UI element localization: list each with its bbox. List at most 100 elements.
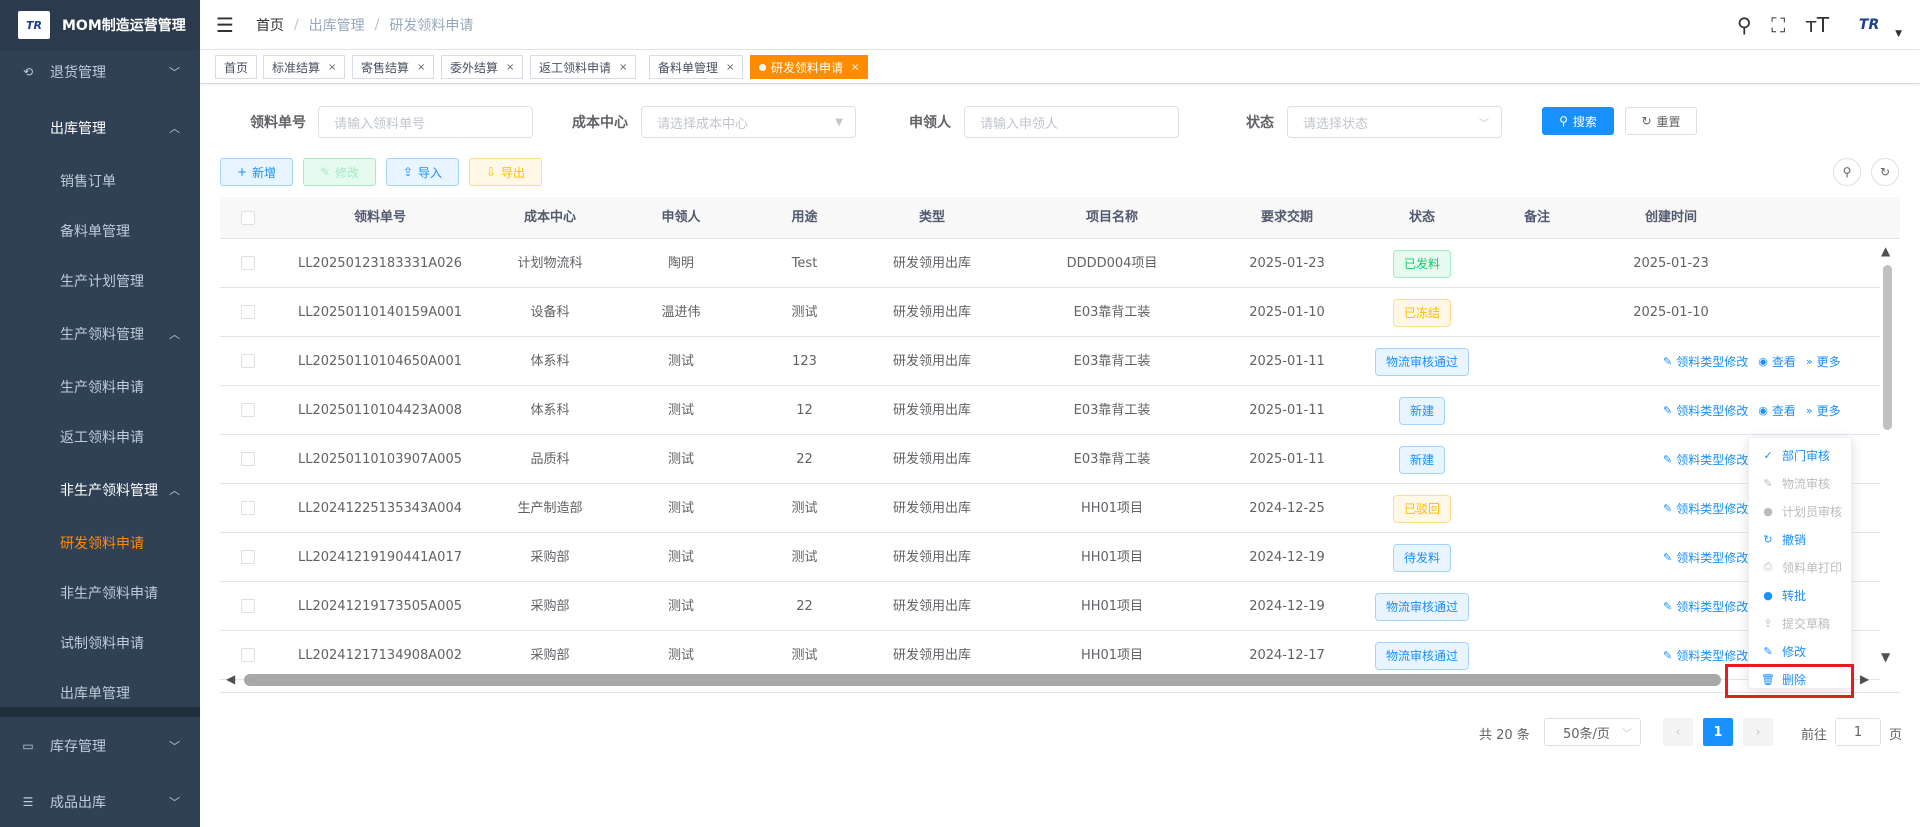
tag-standard-settlement[interactable]: 标准结算 × [263, 55, 346, 79]
row-checkbox[interactable] [241, 550, 255, 564]
add-button[interactable]: + 新增 [220, 158, 293, 186]
printer-icon: ⎙ [1763, 560, 1773, 573]
edit-type-link[interactable]: ✎ 领料类型修改 [1663, 598, 1748, 615]
row-checkbox[interactable] [241, 648, 255, 662]
close-icon[interactable]: × [619, 62, 627, 73]
view-link[interactable]: ◉ 查看 [1758, 402, 1796, 419]
tag-material-prep[interactable]: 备料单管理 × [649, 55, 744, 79]
row-checkbox[interactable] [241, 305, 255, 319]
monitor-icon: ▭ [22, 739, 34, 753]
sidebar-item-nonproduction-picking[interactable]: 非生产领料管理 ︿ [0, 465, 200, 515]
edit-button[interactable]: ✎ 修改 [303, 158, 376, 186]
edit-type-link[interactable]: ✎ 领料类型修改 [1663, 500, 1748, 517]
row-checkbox[interactable] [241, 501, 255, 515]
table-row[interactable]: LL20250110104650A001 体系科 测试 123 研发领用出库 E03靠背工… [220, 337, 1880, 386]
page-size-select[interactable]: 50条/页 ﹀ [1544, 718, 1641, 746]
view-link[interactable]: ◉ 查看 [1758, 353, 1796, 370]
sidebar-item-inventory-management[interactable]: ▭ 库存管理 ﹀ [0, 721, 200, 771]
edit-type-link[interactable]: ✎ 领料类型修改 [1663, 451, 1748, 468]
font-size-icon[interactable]: ᴛT [1805, 13, 1829, 37]
table-row[interactable]: LL20250110103907A005 品质科 测试 22 研发领用出库 E03靠背工装… [220, 435, 1880, 484]
sidebar-item-return-management[interactable]: ⟲ 退货管理 ﹀ [0, 47, 200, 97]
picking-no-input[interactable]: 请输入领料单号 [318, 106, 533, 138]
table-row[interactable]: LL20250123183331A026 计划物流科 陶明 Test 研发领用出库 DDD… [220, 239, 1880, 288]
row-checkbox[interactable] [241, 599, 255, 613]
sidebar-item-trial-picking-request[interactable]: 试制领料申请 [0, 618, 200, 668]
horizontal-scrollbar[interactable] [244, 674, 1721, 686]
tag-rd-picking-request[interactable]: 研发领料申请 × [750, 55, 869, 79]
edit-type-link[interactable]: ✎ 领料类型修改 [1663, 549, 1748, 566]
sidebar-item-outbound-management[interactable]: 出库管理 ︿ [0, 103, 200, 153]
menu-item-print[interactable]: ⎙ 领料单打印 [1749, 553, 1853, 581]
applicant-input[interactable]: 请输入申领人 [964, 106, 1179, 138]
prev-page-button[interactable]: ‹ [1663, 718, 1693, 746]
breadcrumb-item[interactable]: 首页 [256, 15, 284, 35]
sidebar-item-nonproduction-picking-request[interactable]: 非生产领料申请 [0, 568, 200, 618]
import-button[interactable]: ⇪ 导入 [386, 158, 459, 186]
row-actions: ✎ 领料类型修改 ◉ 查看 » 更多 [1663, 386, 1841, 435]
tag-consignment-settlement[interactable]: 寄售结算 × [352, 55, 435, 79]
hamburger-icon[interactable]: ☰ [216, 13, 234, 37]
goto-page-input[interactable]: 1 [1835, 718, 1881, 746]
table-row[interactable]: LL20250110140159A001 设备科 温进伟 测试 研发领用出库 E03靠背工… [220, 288, 1880, 337]
fullscreen-icon[interactable]: ⛶ [1771, 13, 1785, 37]
toggle-search-button[interactable]: ⚲ [1833, 158, 1861, 186]
row-checkbox[interactable] [241, 354, 255, 368]
scroll-left-icon[interactable]: ◀ [226, 672, 235, 686]
tag-outsourcing-settlement[interactable]: 委外结算 × [441, 55, 524, 79]
export-button[interactable]: ⇩ 导出 [469, 158, 542, 186]
menu-item-planner-review[interactable]: ● 计划员审核 [1749, 497, 1853, 525]
caret-down-icon[interactable]: ▼ [1895, 29, 1902, 39]
edit-type-link[interactable]: ✎ 领料类型修改 [1663, 402, 1748, 419]
close-icon[interactable]: × [328, 62, 336, 73]
search-button[interactable]: ⚲ 搜索 [1542, 107, 1614, 135]
edit-type-link[interactable]: ✎ 领料类型修改 [1663, 353, 1748, 370]
table-row[interactable]: LL20241219190441A017 采购部 测试 测试 研发领用出库 HH01项目 2… [220, 533, 1880, 582]
sidebar-item-material-prep[interactable]: 备料单管理 [0, 206, 200, 256]
sidebar-item-sales-order[interactable]: 销售订单 [0, 156, 200, 206]
table-row[interactable]: LL20250110104423A008 体系科 测试 12 研发领用出库 E03靠背工装… [220, 386, 1880, 435]
cell-remark [1502, 337, 1572, 386]
sidebar-item-production-picking[interactable]: 生产领料管理 ︿ [0, 309, 200, 359]
more-link[interactable]: » 更多 [1806, 353, 1841, 370]
scroll-up-icon[interactable]: ▲ [1881, 244, 1890, 258]
select-all-checkbox[interactable] [241, 211, 255, 225]
menu-item-logistics-review[interactable]: ✎ 物流审核 [1749, 469, 1853, 497]
edit-type-link[interactable]: ✎ 领料类型修改 [1663, 647, 1748, 664]
table-row[interactable]: LL20241217134908A002 采购部 测试 测试 研发领用出库 HH01项目 2… [220, 631, 1880, 680]
sidebar-item-production-picking-request[interactable]: 生产领料申请 [0, 362, 200, 412]
sidebar-item-production-plan[interactable]: 生产计划管理 [0, 256, 200, 306]
menu-item-dept-review[interactable]: ✓ 部门审核 [1749, 441, 1853, 469]
close-icon[interactable]: × [506, 62, 514, 73]
cell-picking-no: LL20241219190441A017 [298, 550, 462, 565]
sidebar-item-rd-picking-request[interactable]: 研发领料申请 [0, 518, 200, 568]
tag-home[interactable]: 首页 [215, 55, 258, 79]
row-checkbox[interactable] [241, 256, 255, 270]
scroll-right-icon[interactable]: ▶ [1860, 672, 1869, 686]
cost-center-select[interactable]: 请选择成本中心 ▼ [641, 106, 856, 138]
table-row[interactable]: LL20241219173505A005 采购部 测试 22 研发领用出库 HH01项目 2… [220, 582, 1880, 631]
tag-rework-picking-request[interactable]: 返工领料申请 × [530, 55, 637, 79]
row-checkbox[interactable] [241, 403, 255, 417]
search-icon[interactable]: ⚲ [1737, 13, 1752, 37]
next-page-button[interactable]: › [1743, 718, 1773, 746]
sidebar-item-rework-picking-request[interactable]: 返工领料申请 [0, 412, 200, 462]
page-number-current[interactable]: 1 [1703, 718, 1733, 746]
close-icon[interactable]: × [417, 62, 425, 73]
scroll-down-icon[interactable]: ▼ [1881, 650, 1890, 664]
avatar[interactable]: TR [1849, 9, 1889, 41]
close-icon[interactable]: × [851, 62, 859, 73]
sidebar-item-finished-goods-outbound[interactable]: ☰ 成品出库 ﹀ [0, 777, 200, 827]
status-select[interactable]: 请选择状态 ﹀ [1287, 106, 1502, 138]
reset-button[interactable]: ↻ 重置 [1625, 107, 1697, 135]
close-icon[interactable]: × [726, 62, 734, 73]
menu-item-transfer[interactable]: ● 转批 [1749, 581, 1853, 609]
menu-item-revoke[interactable]: ↻ 撤销 [1749, 525, 1853, 553]
row-checkbox[interactable] [241, 452, 255, 466]
menu-item-submit-draft[interactable]: ⇪ 提交草稿 [1749, 609, 1853, 637]
table-row[interactable]: LL20241225135343A004 生产制造部 测试 测试 研发领用出库 HH01项… [220, 484, 1880, 533]
vertical-scrollbar[interactable] [1883, 265, 1892, 430]
refresh-button[interactable]: ↻ [1871, 158, 1899, 186]
more-link[interactable]: » 更多 [1806, 402, 1841, 419]
menu-item-edit[interactable]: ✎ 修改 [1749, 637, 1853, 665]
